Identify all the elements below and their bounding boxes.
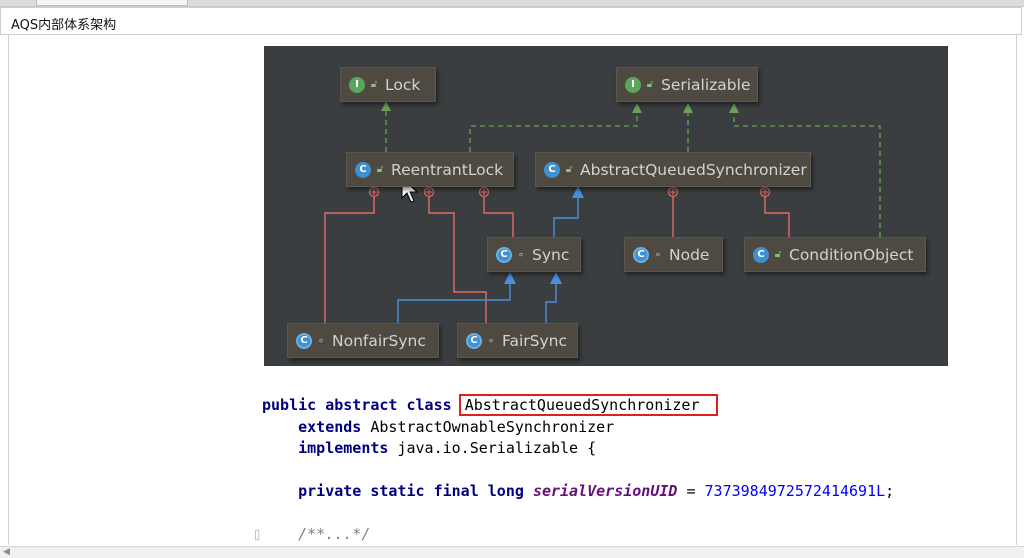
static-class-icon: C bbox=[633, 246, 649, 263]
static-class-icon: C bbox=[466, 332, 482, 349]
node-label: Lock bbox=[385, 75, 421, 94]
code-keyword: extends bbox=[298, 417, 362, 436]
interface-icon: I bbox=[349, 76, 365, 93]
interface-icon: I bbox=[625, 76, 641, 93]
code-text: ; bbox=[885, 482, 895, 500]
static-class-icon: C bbox=[496, 246, 512, 263]
source-code: public abstract class AbstractQueuedSync… bbox=[262, 394, 895, 546]
edge-fairsync-sync bbox=[545, 272, 562, 323]
class-icon: C bbox=[753, 246, 769, 263]
public-lock-icon: 🔓︎ bbox=[376, 164, 384, 175]
node-aqs[interactable]: C 🔓︎ AbstractQueuedSynchronizer bbox=[535, 152, 811, 187]
edge-reentrantlock-sync bbox=[483, 192, 514, 237]
edge-reentrantlock-serializable bbox=[469, 103, 642, 152]
node-nonfairsync[interactable]: C ∘ NonfairSync bbox=[287, 323, 439, 358]
edge-reentrantlock-nonfairsync bbox=[324, 192, 375, 323]
package-private-icon: ∘ bbox=[317, 334, 325, 347]
package-private-icon: ∘ bbox=[517, 248, 525, 261]
section-title-bar: AQS内部体系架构 bbox=[0, 7, 1022, 35]
static-class-icon: C bbox=[296, 332, 312, 349]
scroll-left-icon[interactable]: ◀ bbox=[3, 547, 10, 557]
page-title: AQS内部体系架构 bbox=[11, 18, 117, 33]
code-keyword: implements bbox=[298, 439, 389, 457]
class-icon: C bbox=[355, 161, 371, 178]
code-text: = bbox=[677, 482, 705, 500]
public-lock-icon: 🔓︎ bbox=[646, 79, 654, 90]
left-border bbox=[8, 35, 9, 545]
node-sync[interactable]: C ∘ Sync bbox=[487, 237, 581, 272]
public-lock-icon: 🔓︎ bbox=[370, 79, 378, 90]
class-diagram: I 🔓︎ Lock I 🔓︎ Serializable C 🔓︎ Reentra… bbox=[264, 46, 948, 366]
public-lock-icon: 🔓︎ bbox=[565, 164, 573, 175]
node-label: AbstractQueuedSynchronizer bbox=[580, 160, 807, 179]
edge-aqs-conditionobject bbox=[764, 192, 790, 237]
node-label: ReentrantLock bbox=[391, 160, 504, 179]
node-label: ConditionObject bbox=[789, 245, 914, 264]
edge-sync-aqs bbox=[553, 186, 584, 237]
code-text: AbstractOwnableSynchronizer bbox=[370, 417, 615, 436]
class-icon: C bbox=[544, 161, 560, 178]
right-border bbox=[1016, 35, 1017, 545]
fold-marker-icon[interactable]: ⌷ bbox=[254, 529, 261, 542]
node-label: Sync bbox=[532, 245, 570, 264]
node-reentrantlock[interactable]: C 🔓︎ ReentrantLock bbox=[346, 152, 514, 187]
node-label: NonfairSync bbox=[332, 331, 426, 350]
node-lock[interactable]: I 🔓︎ Lock bbox=[340, 67, 436, 102]
node-conditionobject[interactable]: C 🔓︎ ConditionObject bbox=[744, 237, 926, 272]
node-fairsync[interactable]: C ∘ FairSync bbox=[457, 323, 578, 358]
horizontal-scrollbar[interactable]: ◀ bbox=[0, 546, 1024, 558]
window-top-strip bbox=[0, 0, 1024, 7]
code-keyword: private static final long bbox=[298, 482, 524, 500]
node-label: FairSync bbox=[502, 331, 568, 350]
editor-tab[interactable] bbox=[36, 0, 188, 6]
package-private-icon: ∘ bbox=[487, 334, 495, 347]
code-comment[interactable]: /**...*/ bbox=[298, 525, 370, 543]
node-serializable[interactable]: I 🔓︎ Serializable bbox=[616, 67, 758, 102]
code-number: 7373984972572414691L bbox=[704, 482, 886, 500]
node-label: Node bbox=[669, 245, 710, 264]
code-keyword: public abstract class bbox=[262, 396, 452, 414]
package-private-icon: ∘ bbox=[654, 248, 662, 261]
code-field: serialVersionUID bbox=[532, 482, 678, 500]
node-node[interactable]: C ∘ Node bbox=[624, 237, 723, 272]
node-label: Serializable bbox=[661, 75, 751, 94]
edge-reentrantlock-fairsync bbox=[428, 192, 487, 323]
code-text: java.io.Serializable { bbox=[397, 439, 597, 457]
highlighted-class-name: AbstractQueuedSynchronizer bbox=[458, 394, 718, 416]
public-lock-icon: 🔓︎ bbox=[774, 249, 782, 260]
